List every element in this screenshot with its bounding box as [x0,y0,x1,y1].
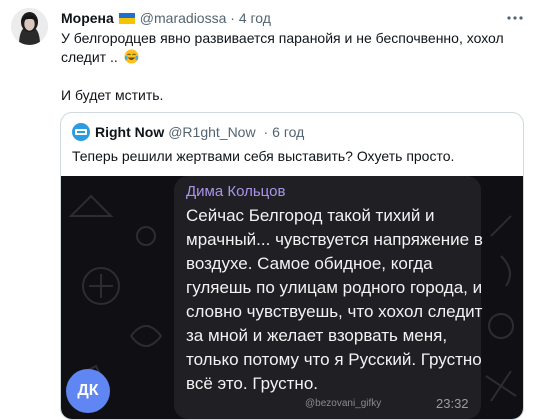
sender-avatar: ДК [66,369,110,413]
quoted-tweet-time[interactable]: 6 год [272,124,304,140]
message-line: гуляешь по улицам родного города, и [186,278,483,297]
message-line: всё это. Грустно. [186,374,318,393]
author-handle[interactable]: @maradiossa [140,10,227,26]
tweet-header: Морена @maradiossa · 4 год [61,8,271,28]
quoted-tweet-header: Right Now @R1ght_Now · 6 год [72,122,304,142]
message-time: 23:32 [436,396,469,411]
tweet-text: У белгородцев явно развивается паранойя … [61,29,521,105]
tweet-text-line: следит .. [61,48,521,67]
quoted-author-handle[interactable]: @R1ght_Now [168,124,255,140]
quoted-author-avatar[interactable] [72,123,90,141]
tweet: Морена @maradiossa · 4 год У белгородцев… [0,0,538,420]
tweet-text-line: И будет мстить. [61,87,164,103]
author-avatar[interactable] [11,8,48,45]
quoted-tweet-text: Теперь решили жертвами себя выставить? О… [72,148,455,164]
message-line: воздухе. Самое обидное, когда [186,254,433,273]
ukraine-flag-icon [118,12,135,24]
message-sender-name: Дима Кольцов [186,183,286,200]
tweet-text-line: У белгородцев явно развивается паранойя … [61,30,504,46]
message-text: Сейчас Белгород такой тихий и мрачный...… [186,204,486,396]
message-line: только потому что я Русский. Грустно [186,350,482,369]
tweet-text-fragment: следит .. [61,49,118,65]
crying-laughing-emoji-icon [124,49,139,64]
message-line: за мной и желает взорвать меня, [186,326,448,345]
quoted-author-name[interactable]: Right Now [95,124,164,140]
message-line: мрачный... чувствуется напряжение в [186,230,483,249]
message-line: Сейчас Белгород такой тихий и [186,206,435,225]
tweet-time[interactable]: 4 год [239,10,271,26]
header-separator: · [226,10,239,26]
image-watermark: @bezovani_gifky [305,398,382,409]
author-name[interactable]: Морена [61,10,114,26]
message-line: словно чувствуешь, что хохол следит [186,302,483,321]
quoted-tweet-image[interactable]: Дима Кольцов Сейчас Белгород такой тихий… [61,176,523,419]
header-separator: · [259,124,269,140]
more-options-icon[interactable] [506,9,524,27]
quoted-tweet[interactable]: Right Now @R1ght_Now · 6 год Теперь реши… [60,112,524,420]
